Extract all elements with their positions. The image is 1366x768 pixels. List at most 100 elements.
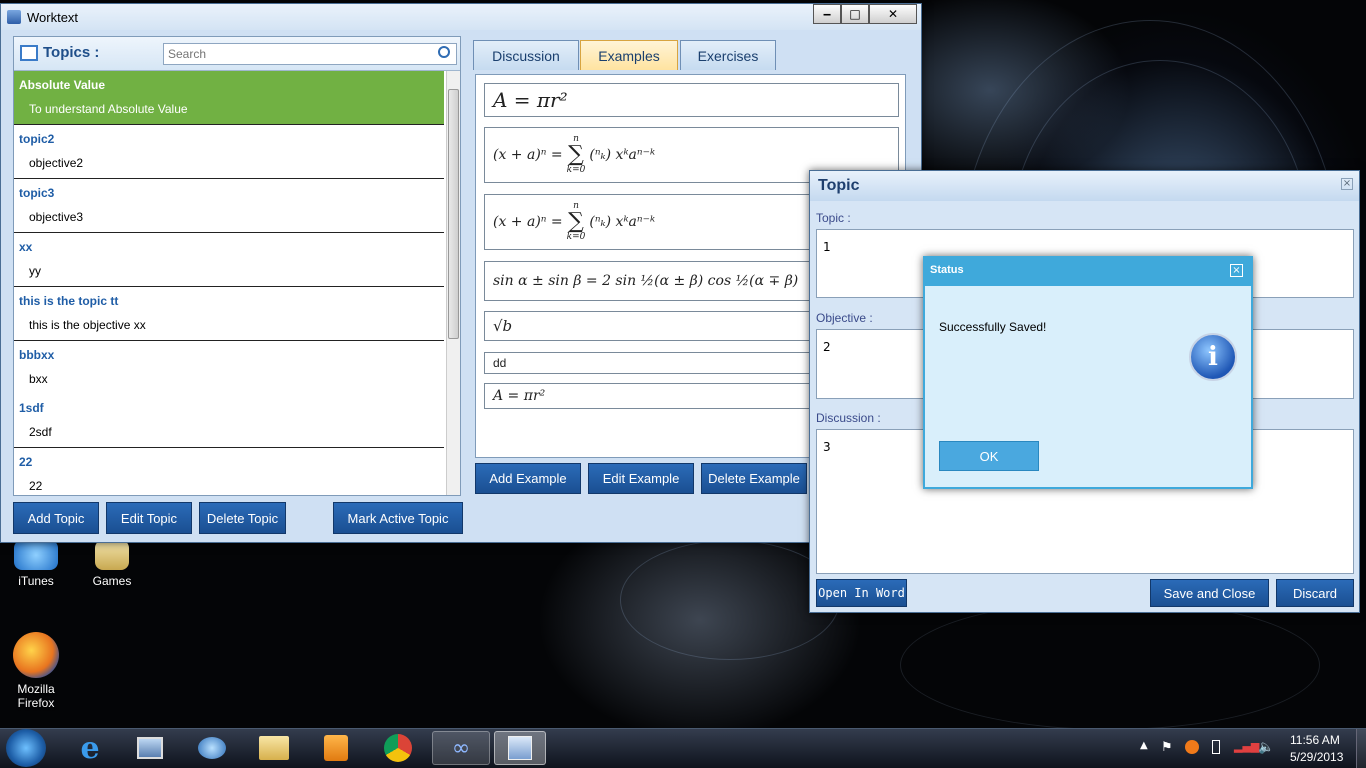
desktop-icon-label: Mozilla Firefox — [17, 682, 55, 710]
desktop-icon-label: iTunes — [18, 574, 54, 588]
worktext-window: Worktext ‒ □ ✕ Topics : Absolute ValueTo… — [0, 3, 922, 543]
dialog-title: Topic — [818, 177, 860, 194]
close-icon[interactable]: × — [1341, 178, 1353, 190]
tab-examples[interactable]: Examples — [580, 40, 678, 70]
chrome-icon[interactable] — [378, 731, 418, 765]
games-folder-icon — [95, 540, 129, 570]
list-item[interactable]: this is the topic tt this is the objectiv… — [14, 287, 444, 341]
edit-example-button[interactable]: Edit Example — [588, 463, 694, 494]
topic-objective: objective2 — [29, 156, 84, 170]
topic-title: topic3 — [19, 186, 55, 200]
list-item[interactable]: 1sdf 2sdf — [14, 394, 444, 448]
itunes-icon — [14, 540, 58, 570]
desktop-icon-firefox[interactable]: Mozilla Firefox — [6, 632, 66, 710]
topic-objective: 22 — [29, 479, 43, 493]
edit-topic-button[interactable]: Edit Topic — [106, 502, 192, 534]
close-icon[interactable]: × — [1230, 264, 1243, 277]
clock-date[interactable]: 5/29/2013 — [1290, 750, 1343, 764]
scrollbar-thumb[interactable] — [448, 89, 459, 339]
topics-panel: Topics : Absolute Value To understand Abs… — [13, 36, 461, 496]
close-button[interactable]: ✕ — [869, 4, 917, 24]
clock-time[interactable]: 11:56 AM — [1290, 733, 1340, 747]
tab-discussion[interactable]: Discussion — [473, 40, 579, 70]
example-formula: (x + a)ⁿ = — [493, 214, 563, 230]
desktop-icon-games[interactable]: Games — [82, 540, 142, 588]
status-title: Status — [930, 264, 964, 276]
volume-icon[interactable]: 🔈 — [1258, 740, 1274, 755]
minimize-button[interactable]: ‒ — [813, 4, 841, 24]
summation: n ∑ k=0 — [566, 134, 586, 175]
app-icon — [7, 10, 21, 24]
topic-objective: this is the objective xx — [29, 318, 146, 332]
media-player-icon[interactable] — [316, 731, 356, 765]
list-item[interactable]: 22 22 — [14, 448, 444, 495]
topic-title: bbbxx — [19, 348, 55, 362]
open-in-word-button[interactable]: Open In Word — [816, 579, 907, 607]
network-icon[interactable] — [192, 731, 232, 765]
example-formula: A = πr² — [493, 388, 546, 404]
folder-icon[interactable] — [254, 731, 294, 765]
topic-title: Absolute Value — [19, 78, 106, 92]
status-dialog: Status × Successfully Saved! i OK — [923, 256, 1253, 489]
topic-title: xx — [19, 240, 33, 254]
signal-icon[interactable]: ▂▄▆ — [1234, 740, 1259, 753]
save-and-close-button[interactable]: Save and Close — [1150, 579, 1269, 607]
status-titlebar: Status × — [925, 258, 1251, 286]
start-orb[interactable] — [6, 729, 46, 767]
tab-exercises[interactable]: Exercises — [680, 40, 776, 70]
mark-active-topic-button[interactable]: Mark Active Topic — [333, 502, 463, 534]
window-title: Worktext — [27, 9, 79, 25]
worktext-app-icon[interactable] — [494, 731, 546, 765]
infinity-app-icon[interactable]: ∞ — [432, 731, 490, 765]
objective-label: Objective : — [816, 311, 873, 325]
list-icon — [20, 45, 38, 61]
topics-title: Topics : — [43, 44, 100, 61]
list-item[interactable]: topic3 objective3 — [14, 179, 444, 233]
info-icon: i — [1189, 333, 1237, 381]
example-formula: (ⁿₖ) xᵏaⁿ⁻ᵏ — [589, 214, 656, 230]
status-message: Successfully Saved! — [939, 320, 1047, 334]
list-item[interactable]: topic2 objective2 — [14, 125, 444, 179]
computer-icon[interactable] — [130, 731, 170, 765]
show-hidden-icons-icon[interactable]: ▲ — [1140, 740, 1148, 751]
topic-title: 22 — [19, 455, 33, 469]
topic-label: Topic : — [816, 211, 851, 225]
flag-icon[interactable]: ⚑ — [1161, 740, 1173, 755]
internet-explorer-icon[interactable]: e — [70, 731, 110, 766]
topics-list: Absolute Value To understand Absolute Val… — [14, 71, 445, 495]
list-item[interactable]: xx yy — [14, 233, 444, 287]
topic-objective: 2sdf — [29, 425, 52, 439]
example-formula: (ⁿₖ) xᵏaⁿ⁻ᵏ — [589, 147, 656, 163]
example-item[interactable]: A = πr² — [484, 83, 899, 117]
list-item[interactable]: Absolute Value To understand Absolute Val… — [14, 71, 444, 125]
delete-topic-button[interactable]: Delete Topic — [199, 502, 286, 534]
show-desktop-button[interactable] — [1356, 729, 1366, 768]
topic-objective: bxx — [29, 372, 48, 386]
ok-button[interactable]: OK — [939, 441, 1039, 471]
example-formula: √b — [493, 317, 513, 335]
delete-example-button[interactable]: Delete Example — [701, 463, 807, 494]
list-item[interactable]: bbbxx bxx — [14, 341, 444, 395]
example-formula: dd — [493, 356, 507, 370]
discussion-label: Discussion : — [816, 411, 881, 425]
desktop-icon-itunes[interactable]: iTunes — [6, 540, 66, 588]
topics-header: Topics : — [14, 37, 460, 71]
search-icon[interactable] — [438, 46, 450, 58]
worktext-titlebar: Worktext ‒ □ ✕ — [1, 4, 921, 30]
maximize-button[interactable]: □ — [841, 4, 869, 24]
add-example-button[interactable]: Add Example — [475, 463, 581, 494]
topic-title: topic2 — [19, 132, 55, 146]
example-formula: sin α ± sin β = 2 sin ½(α ± β) cos ½(α ∓… — [493, 273, 799, 289]
example-formula: (x + a)ⁿ = — [493, 147, 563, 163]
add-topic-button[interactable]: Add Topic — [13, 502, 99, 534]
topic-title: this is the topic tt — [19, 294, 119, 308]
avast-icon[interactable] — [1185, 740, 1199, 754]
search-input[interactable] — [163, 43, 457, 65]
topics-scrollbar[interactable] — [446, 71, 460, 495]
topic-objective: To understand Absolute Value — [29, 102, 188, 116]
summation: n ∑ k=0 — [566, 201, 586, 242]
discard-button[interactable]: Discard — [1276, 579, 1354, 607]
battery-icon[interactable] — [1212, 740, 1220, 754]
firefox-icon — [13, 632, 59, 678]
topic-objective: objective3 — [29, 210, 84, 224]
